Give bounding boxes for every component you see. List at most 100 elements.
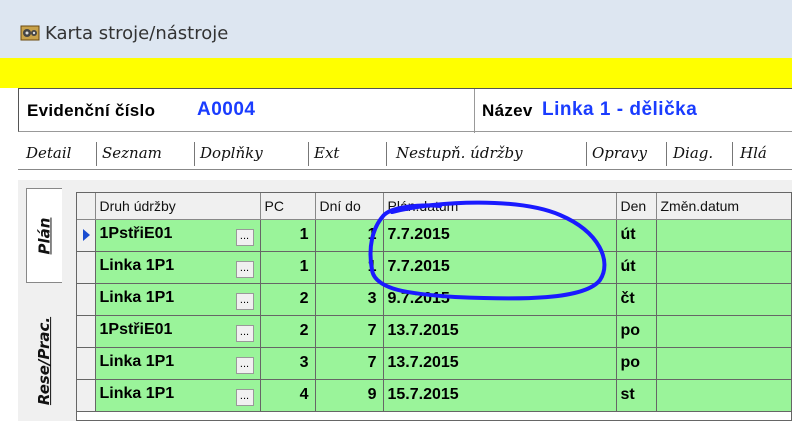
tab-opravy[interactable]: Opravy	[592, 144, 647, 162]
table-row[interactable]: 1PstřiE01... 1 1 7.7.2015 út	[77, 219, 791, 252]
tab-separator	[586, 142, 587, 166]
tab-doplnky[interactable]: Doplňky	[200, 144, 263, 162]
cell-pc[interactable]: 2	[260, 315, 316, 348]
table-row[interactable]: 1PstřiE01... 2 7 13.7.2015 po	[77, 315, 791, 348]
side-tab-plan-label: Plán	[35, 217, 54, 254]
col-druh-udrzby[interactable]: Druh údržby	[95, 193, 261, 220]
cell-den[interactable]: po	[616, 347, 657, 380]
druh-text: Linka 1P1	[99, 352, 175, 370]
table-row[interactable]: Linka 1P1... 4 9 15.7.2015 st	[77, 379, 791, 412]
cell-druh[interactable]: Linka 1P1...	[95, 347, 261, 380]
tab-ext[interactable]: Ext	[314, 144, 339, 162]
cell-den[interactable]: út	[616, 251, 657, 284]
ellipsis-button[interactable]: ...	[235, 388, 254, 406]
maintenance-table: Druh údržby PC Dní do Plán.datum Den Změ…	[76, 192, 792, 421]
cell-druh[interactable]: 1PstřiE01...	[95, 219, 261, 252]
title-bar: Karta stroje/nástroje	[0, 0, 792, 58]
tab-separator	[666, 142, 667, 166]
col-plan-datum[interactable]: Plán.datum	[383, 193, 617, 220]
row-indicator	[77, 347, 96, 380]
cell-datum[interactable]: 13.7.2015	[383, 347, 617, 380]
side-tab-plan[interactable]: Plán	[26, 188, 62, 283]
ellipsis-button[interactable]: ...	[235, 356, 254, 374]
cell-zmen[interactable]	[656, 315, 791, 348]
cell-druh[interactable]: Linka 1P1...	[95, 283, 261, 316]
cell-den[interactable]: čt	[616, 283, 657, 316]
cell-den[interactable]: út	[616, 219, 657, 252]
cell-zmen[interactable]	[656, 283, 791, 316]
cell-datum[interactable]: 7.7.2015	[383, 219, 617, 252]
machine-gear-icon	[20, 25, 40, 41]
cell-pc[interactable]: 2	[260, 283, 316, 316]
window-title: Karta stroje/nástroje	[45, 23, 229, 44]
druh-text: 1PstřiE01	[99, 224, 173, 242]
cell-zmen[interactable]	[656, 347, 791, 380]
druh-text: Linka 1P1	[99, 256, 175, 274]
druh-text: Linka 1P1	[99, 288, 175, 306]
tab-nestupn-udrzby[interactable]: Nestupň. údržby	[396, 144, 523, 162]
tab-diag[interactable]: Diag.	[673, 144, 713, 162]
tab-separator	[732, 142, 733, 166]
cell-zmen[interactable]	[656, 219, 791, 252]
divider	[474, 89, 475, 133]
evid-value[interactable]: A0004	[197, 99, 256, 121]
cell-den[interactable]: st	[616, 379, 657, 412]
cell-dni[interactable]: 1	[315, 219, 384, 252]
row-indicator-header	[77, 193, 96, 220]
evid-label: Evidenční číslo	[27, 101, 156, 120]
col-zmen-datum[interactable]: Změn.datum	[656, 193, 791, 220]
cell-dni[interactable]: 3	[315, 283, 384, 316]
cell-dni[interactable]: 7	[315, 315, 384, 348]
ellipsis-button[interactable]: ...	[235, 324, 254, 342]
cell-den[interactable]: po	[616, 315, 657, 348]
table-row[interactable]: Linka 1P1... 3 7 13.7.2015 po	[77, 347, 791, 380]
col-pc[interactable]: PC	[260, 193, 316, 220]
col-den[interactable]: Den	[616, 193, 657, 220]
col-dni-do[interactable]: Dní do	[315, 193, 384, 220]
table-row[interactable]: Linka 1P1... 1 1 7.7.2015 út	[77, 251, 791, 284]
ident-row: Evidenční číslo A0004 Název Linka 1 - dě…	[18, 88, 792, 133]
table-header: Druh údržby PC Dní do Plán.datum Den Změ…	[77, 193, 791, 220]
cell-datum[interactable]: 9.7.2015	[383, 283, 617, 316]
tab-seznam[interactable]: Seznam	[102, 144, 162, 162]
tab-detail[interactable]: Detail	[26, 144, 71, 162]
current-row-arrow-icon	[83, 229, 90, 241]
ellipsis-button[interactable]: ...	[235, 228, 254, 246]
side-tabs: Plán Rese/Prac.	[18, 180, 74, 421]
tab-separator	[308, 142, 309, 166]
tab-separator	[194, 142, 195, 166]
table-row[interactable]: Linka 1P1... 2 3 9.7.2015 čt	[77, 283, 791, 316]
row-indicator	[77, 379, 96, 412]
side-tab-rese-label: Rese/Prac.	[35, 316, 54, 405]
cell-pc[interactable]: 1	[260, 219, 316, 252]
tab-bar: Detail Seznam Doplňky Ext Nestupň. údržb…	[18, 140, 792, 170]
druh-text: Linka 1P1	[99, 384, 175, 402]
ellipsis-button[interactable]: ...	[235, 260, 254, 278]
cell-druh[interactable]: Linka 1P1...	[95, 251, 261, 284]
row-indicator	[77, 219, 96, 252]
cell-zmen[interactable]	[656, 251, 791, 284]
cell-pc[interactable]: 1	[260, 251, 316, 284]
nazev-value[interactable]: Linka 1 - dělička	[542, 99, 697, 121]
cell-pc[interactable]: 4	[260, 379, 316, 412]
cell-datum[interactable]: 15.7.2015	[383, 379, 617, 412]
row-indicator	[77, 315, 96, 348]
cell-dni[interactable]: 9	[315, 379, 384, 412]
side-tab-rese-prac[interactable]: Rese/Prac.	[26, 300, 62, 421]
cell-datum[interactable]: 7.7.2015	[383, 251, 617, 284]
tab-separator	[96, 142, 97, 166]
druh-text: 1PstřiE01	[99, 320, 173, 338]
cell-druh[interactable]: 1PstřiE01...	[95, 315, 261, 348]
cell-dni[interactable]: 1	[315, 251, 384, 284]
row-indicator	[77, 283, 96, 316]
tab-separator	[386, 142, 387, 166]
cell-druh[interactable]: Linka 1P1...	[95, 379, 261, 412]
cell-datum[interactable]: 13.7.2015	[383, 315, 617, 348]
cell-pc[interactable]: 3	[260, 347, 316, 380]
nazev-label: Název	[482, 101, 533, 120]
cell-zmen[interactable]	[656, 379, 791, 412]
highlight-bar	[0, 58, 792, 88]
tab-hla[interactable]: Hlá	[740, 144, 767, 162]
ellipsis-button[interactable]: ...	[235, 292, 254, 310]
cell-dni[interactable]: 7	[315, 347, 384, 380]
